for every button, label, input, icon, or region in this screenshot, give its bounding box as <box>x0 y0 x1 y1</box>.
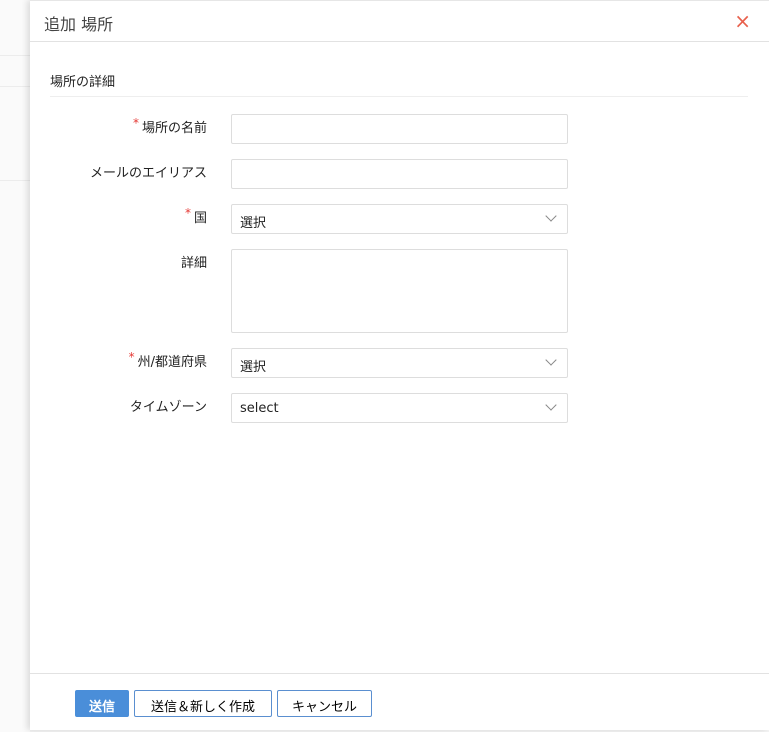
email-alias-input[interactable] <box>231 159 568 189</box>
field-label: 国 <box>193 211 207 226</box>
background-page <box>0 0 30 732</box>
state-select[interactable]: 選択 <box>231 348 568 378</box>
field-label: メールのエイリアス <box>89 166 207 181</box>
required-mark: * <box>128 350 135 364</box>
description-textarea[interactable] <box>231 249 568 333</box>
select-value: 選択 <box>240 360 267 375</box>
required-mark: * <box>132 116 139 130</box>
chevron-down-icon <box>545 354 557 366</box>
dialog-footer: 送信 送信＆新しく作成 キャンセル <box>30 673 769 731</box>
country-select[interactable]: 選択 <box>231 204 568 234</box>
add-location-dialog: 追加 場所 × 場所の詳細 * 場所の名前 メールのエイリアス * 国 選択 詳細 … <box>30 0 769 730</box>
submit-and-new-button[interactable]: 送信＆新しく作成 <box>134 690 272 717</box>
chevron-down-icon <box>545 399 557 411</box>
chevron-down-icon <box>545 210 557 222</box>
field-label: タイムゾーン <box>129 400 207 415</box>
submit-button[interactable]: 送信 <box>75 690 129 717</box>
dialog-header: 追加 場所 × <box>30 1 769 42</box>
select-value: 選択 <box>240 216 267 231</box>
section-title: 場所の詳細 <box>50 71 748 97</box>
dialog-title: 追加 場所 <box>44 15 114 34</box>
required-mark: * <box>184 206 191 220</box>
field-label: 場所の名前 <box>141 121 207 136</box>
timezone-select[interactable]: select <box>231 393 568 423</box>
close-icon[interactable]: × <box>734 9 751 33</box>
location-name-input[interactable] <box>231 114 568 144</box>
cancel-button[interactable]: キャンセル <box>277 690 372 717</box>
field-label: 詳細 <box>180 256 207 271</box>
field-label: 州/都道府県 <box>137 355 207 370</box>
select-value: select <box>240 401 279 416</box>
